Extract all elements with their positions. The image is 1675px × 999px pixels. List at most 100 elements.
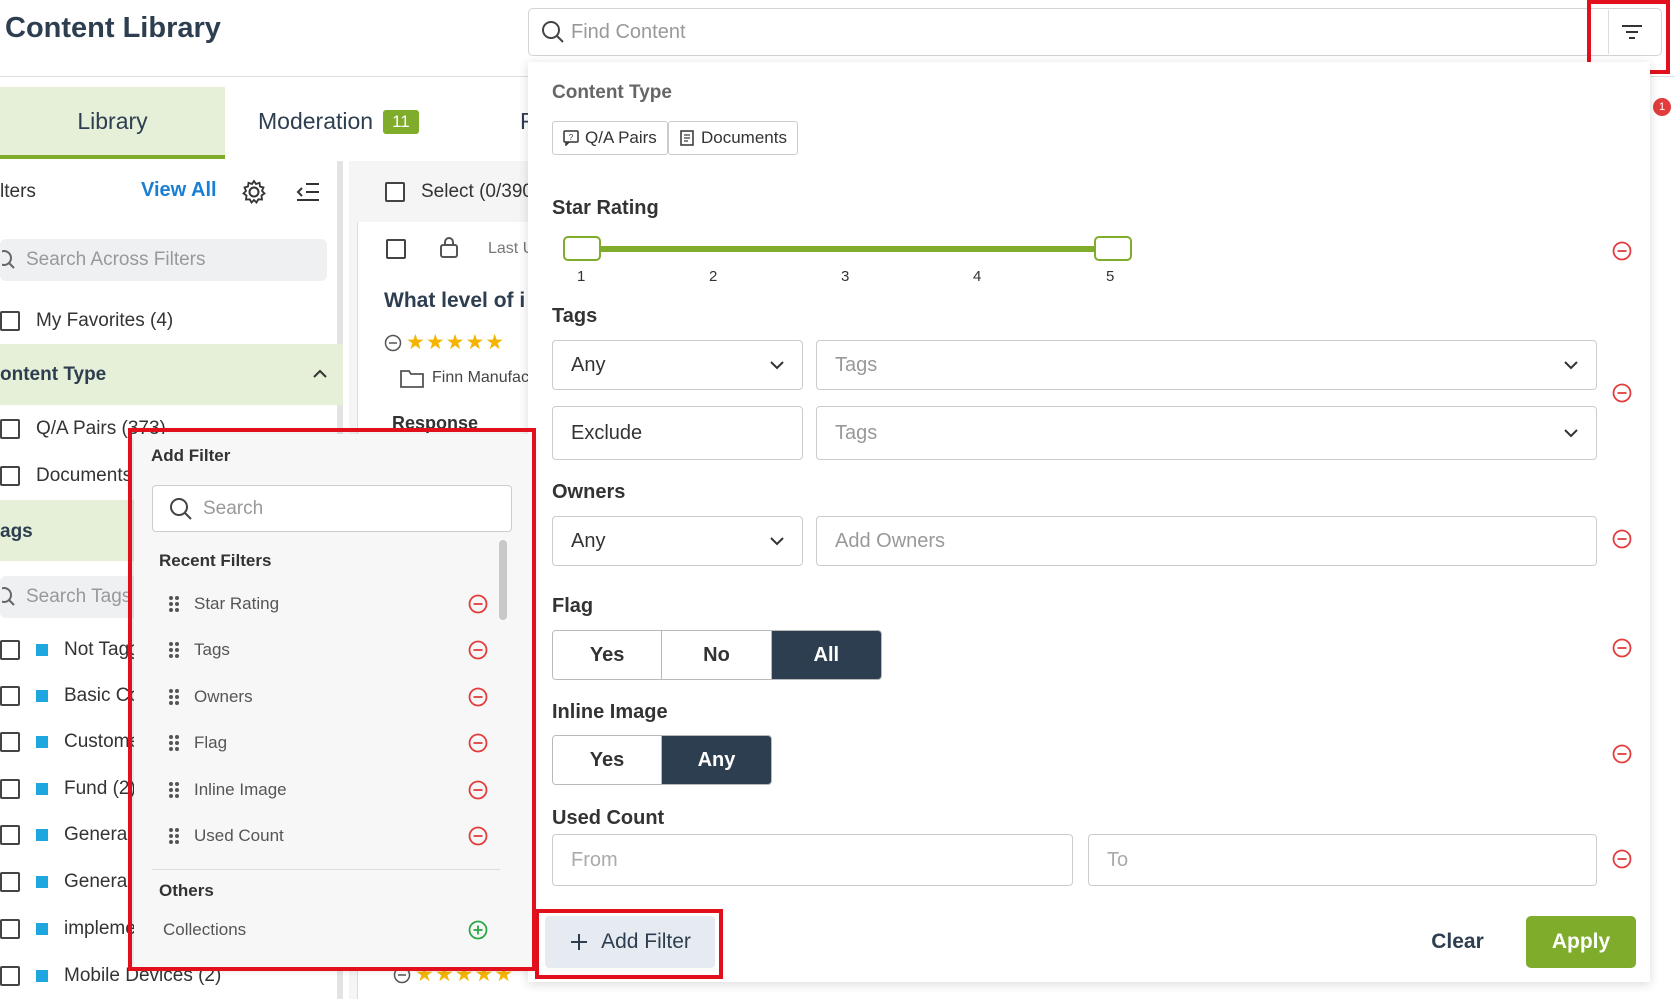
flag-heading: Flag <box>552 595 594 617</box>
checkbox[interactable] <box>0 872 20 892</box>
tick-label: 4 <box>973 268 982 285</box>
chip-qa-pairs-label: Q/A Pairs <box>585 128 657 147</box>
tab-moderation[interactable]: Moderation 11 <box>258 108 419 135</box>
add-filter-label: Add Filter <box>601 930 691 953</box>
popup-divider <box>152 869 500 870</box>
tags-mode-value: Any <box>571 353 606 376</box>
select-all-row[interactable]: Select (0/390 <box>385 181 533 203</box>
remove-circle-icon <box>468 687 488 707</box>
tags-section-label: ags <box>0 521 33 542</box>
flag-segmented-control[interactable]: Yes No All <box>552 630 882 680</box>
checkbox[interactable] <box>0 686 20 706</box>
tag-item[interactable]: Fund (2) <box>0 778 136 800</box>
flag-all-option[interactable]: All <box>771 631 881 679</box>
tag-label: General I <box>64 871 143 892</box>
checkbox[interactable] <box>0 779 20 799</box>
used-count-to[interactable] <box>1088 834 1597 886</box>
settings-gear-icon[interactable] <box>241 179 267 205</box>
tag-item[interactable]: Custome <box>0 731 140 753</box>
checkbox[interactable] <box>0 966 20 986</box>
folder-icon <box>400 370 424 388</box>
inline-image-segmented-control[interactable]: Yes Any <box>552 735 772 785</box>
tag-item[interactable]: Not Tagg <box>0 639 140 661</box>
search-icon <box>170 497 192 520</box>
popup-scrollbar[interactable] <box>499 540 507 620</box>
star-rating-slider-track[interactable] <box>582 246 1112 252</box>
apply-button[interactable]: Apply <box>1526 916 1636 968</box>
tab-library[interactable]: Library <box>0 87 225 159</box>
recent-filter-item[interactable]: Used Count <box>168 826 488 846</box>
add-filter-button[interactable]: Add Filter <box>545 916 715 968</box>
chip-documents[interactable]: Documents <box>668 121 798 155</box>
star-rating-max-handle[interactable] <box>1094 236 1132 261</box>
tags-exclude-select[interactable]: Tags <box>816 406 1597 460</box>
remove-star-rating-icon[interactable] <box>1612 241 1632 261</box>
remove-used-count-icon[interactable] <box>1612 849 1632 869</box>
recent-filter-label: Flag <box>194 733 228 752</box>
my-favorites-item[interactable]: My Favorites (4) <box>0 310 173 332</box>
remove-inline-image-icon[interactable] <box>1612 744 1632 764</box>
tags-placeholder: Tags <box>835 421 878 444</box>
documents-filter-item[interactable]: Documents <box>0 465 132 487</box>
recent-filter-item[interactable]: Star Rating <box>168 594 488 614</box>
owners-mode-select[interactable]: Any <box>552 516 803 566</box>
card-folder: Finn Manufac <box>400 368 529 388</box>
checkbox[interactable] <box>0 825 20 845</box>
flag-yes-option[interactable]: Yes <box>553 631 663 679</box>
tag-item[interactable]: impleme <box>0 918 136 940</box>
card-checkbox[interactable] <box>386 239 406 259</box>
chevron-up-icon[interactable] <box>313 369 327 379</box>
remove-tags-icon[interactable] <box>1612 383 1632 403</box>
remove-flag-icon[interactable] <box>1612 638 1632 658</box>
tick-label: 2 <box>709 268 718 285</box>
tag-item[interactable]: Basic Co <box>0 685 140 707</box>
add-owners-input[interactable]: Add Owners <box>816 516 1597 566</box>
chevron-down-icon <box>1564 428 1578 437</box>
search-across-filters[interactable]: Search Across Filters <box>0 239 327 281</box>
checkbox[interactable] <box>0 919 20 939</box>
drag-handle-icon <box>169 596 179 612</box>
card-title[interactable]: What level of i <box>384 289 525 313</box>
view-all-link[interactable]: View All <box>141 179 217 202</box>
tag-item[interactable]: General ( <box>0 824 143 846</box>
tag-label: Mobile Devices (2) <box>64 965 222 986</box>
chip-qa-pairs[interactable]: ? Q/A Pairs <box>552 121 668 155</box>
tag-color-swatch <box>36 736 48 748</box>
flag-no-option[interactable]: No <box>662 631 772 679</box>
checkbox[interactable] <box>0 466 20 486</box>
checkbox[interactable] <box>0 640 20 660</box>
used-count-to-input[interactable] <box>1089 835 1596 885</box>
owners-heading: Owners <box>552 481 626 503</box>
recent-filter-item[interactable]: Inline Image <box>168 780 488 800</box>
add-filter-search[interactable]: Search <box>152 485 512 532</box>
checkbox[interactable] <box>0 311 20 331</box>
inline-image-any-option[interactable]: Any <box>662 736 771 784</box>
recent-filter-label: Inline Image <box>194 780 287 799</box>
tag-item[interactable]: Mobile Devices (2) <box>0 965 221 987</box>
filter-toggle-button[interactable] <box>1608 10 1654 54</box>
tags-include-select[interactable]: Tags <box>816 340 1597 390</box>
tag-color-swatch <box>36 783 48 795</box>
recent-filter-item[interactable]: Tags <box>168 640 488 660</box>
checkbox[interactable] <box>0 419 20 439</box>
checkbox[interactable] <box>0 732 20 752</box>
recent-filter-item[interactable]: Flag <box>168 733 488 753</box>
inline-image-yes-option[interactable]: Yes <box>553 736 662 784</box>
recent-filter-item[interactable]: Owners <box>168 687 488 707</box>
clear-button[interactable]: Clear <box>1405 916 1510 968</box>
tags-mode-exclude[interactable]: Exclude <box>552 406 803 460</box>
star-rating-min-handle[interactable] <box>563 236 601 261</box>
minus-circle-icon <box>393 966 411 983</box>
remove-circle-icon <box>468 826 488 846</box>
find-content-search[interactable] <box>528 8 1662 56</box>
tags-mode-select-any[interactable]: Any <box>552 340 803 390</box>
tag-label: Fund (2) <box>64 778 136 799</box>
others-filter-item[interactable]: Collections <box>163 920 488 940</box>
used-count-from-input[interactable] <box>553 835 1072 885</box>
select-all-checkbox[interactable] <box>385 182 405 202</box>
remove-owners-icon[interactable] <box>1612 529 1632 549</box>
used-count-from[interactable] <box>552 834 1073 886</box>
tag-item[interactable]: General I <box>0 871 142 893</box>
find-content-input[interactable] <box>571 17 1571 47</box>
collapse-sidebar-icon[interactable] <box>296 182 320 202</box>
